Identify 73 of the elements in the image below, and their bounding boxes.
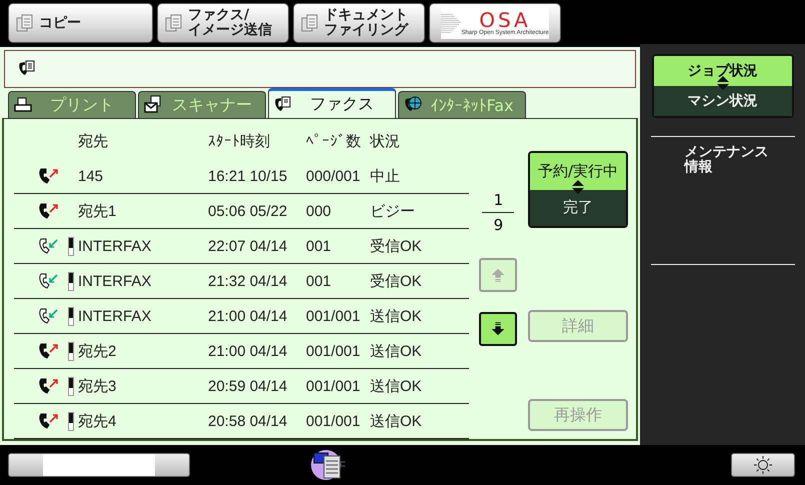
- osa-logo-text: OSA: [479, 10, 531, 30]
- sun-icon: [754, 456, 772, 474]
- mode-button[interactable]: コピー: [8, 3, 153, 43]
- column-header: 状況: [370, 132, 401, 150]
- table-cell-text: INTERFAX: [77, 272, 152, 290]
- status-toggle-button[interactable]: ジョブ状況 マシン状況: [652, 54, 794, 118]
- envelope-icon: [143, 95, 163, 115]
- button-label: ドキュメント: [324, 8, 408, 23]
- toggle-option: 完了: [530, 190, 626, 226]
- scroll-down-button[interactable]: [479, 312, 518, 346]
- table-cell-text: 05:06 05/22: [208, 202, 288, 220]
- table-cell-text: 受信OK: [370, 236, 423, 256]
- table-cell-text: 20:59 04/14: [208, 378, 288, 394]
- table-cell-text: 001/001: [306, 412, 362, 430]
- maintenance-info-link[interactable]: 情報: [684, 160, 712, 176]
- table-cell-text: INTERFAX: [77, 238, 152, 254]
- table-cell-text: 送信OK: [370, 342, 423, 360]
- column-header: 宛先: [77, 132, 109, 150]
- table-cell-text: 20:58 04/14: [208, 412, 288, 430]
- table-cell-text: 001: [306, 272, 332, 290]
- outgoing-call-icon: [38, 377, 60, 395]
- up-down-icon: [571, 180, 585, 194]
- button-label: イメージ送信: [188, 23, 272, 38]
- tab[interactable]: ファクス: [268, 88, 396, 118]
- incoming-call-icon: [38, 307, 60, 325]
- outgoing-call-icon: [38, 167, 60, 185]
- documents-icon: [164, 13, 184, 33]
- documents-icon: [300, 13, 320, 33]
- table-cell-text: 宛先1: [77, 202, 118, 220]
- toggle-option: マシン状況: [654, 86, 792, 116]
- table-cell-text: 145: [77, 168, 104, 184]
- printer-icon: [13, 95, 33, 115]
- button-label: ファイリング: [324, 23, 408, 38]
- documents-icon: [15, 13, 35, 33]
- table-cell-text: 受信OK: [370, 272, 423, 290]
- table-cell-text: 宛先3: [77, 376, 118, 396]
- page-count: 9: [494, 216, 504, 234]
- outgoing-call-icon: [38, 202, 60, 220]
- mode-button[interactable]: ドキュメント ファイリング: [293, 3, 425, 43]
- list-toggle-button[interactable]: 予約/実行中 完了: [528, 151, 628, 228]
- table-cell-text: INTERFAX: [77, 308, 152, 324]
- table-cell-text: 001/001: [306, 378, 362, 394]
- maintenance-info-link[interactable]: メンテナンス: [684, 145, 768, 160]
- table-cell-text: 中止: [370, 166, 401, 186]
- outgoing-call-icon: [38, 342, 60, 360]
- table-cell-text: 送信OK: [370, 306, 423, 326]
- table-cell-text: 送信OK: [370, 412, 423, 430]
- incoming-call-icon: [38, 272, 60, 290]
- page-number: 1: [494, 191, 504, 209]
- incoming-call-icon: [38, 237, 60, 255]
- table-cell-text: 送信OK: [370, 376, 423, 396]
- table-cell-text: 21:32 04/14: [208, 272, 288, 290]
- table-cell-text: 16:21 10/15: [208, 168, 288, 184]
- table-cell-text: 001/001: [306, 308, 362, 324]
- table-cell-text: 000: [306, 202, 332, 220]
- table-cell-text: ビジー: [370, 202, 416, 220]
- up-down-icon: [716, 76, 730, 90]
- column-header: ﾍﾟｰｼﾞ数: [306, 132, 362, 150]
- table-cell-text: 宛先4: [77, 412, 118, 430]
- column-header: ｽﾀｰﾄ時刻: [208, 132, 271, 150]
- outgoing-call-icon: [38, 412, 60, 430]
- progress-button[interactable]: [8, 453, 190, 477]
- brightness-button[interactable]: [731, 453, 795, 477]
- table-cell-text: 000/001: [306, 168, 362, 184]
- table-cell-text: 21:00 04/14: [208, 342, 288, 360]
- table-cell-text: 22:07 04/14: [208, 238, 288, 254]
- table-cell-text: 21:00 04/14: [208, 308, 288, 324]
- mode-button[interactable]: ファクス/ イメージ送信: [157, 3, 289, 43]
- table-cell-text: 001/001: [306, 342, 362, 360]
- button-label: ファクス/: [188, 8, 250, 23]
- button-label: コピー: [39, 16, 81, 30]
- table-cell-text: 001: [306, 238, 332, 254]
- table-cell-text: 宛先2: [77, 342, 118, 360]
